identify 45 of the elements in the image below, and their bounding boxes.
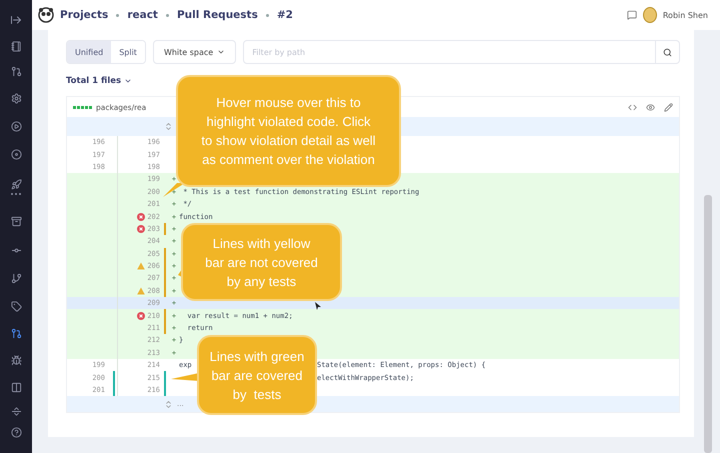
callout-note: Lines with yellow bar are not covered by any tests — [181, 223, 342, 301]
sidebar-nav-icon[interactable] — [10, 120, 22, 132]
sidebar-nav-icon[interactable] — [10, 328, 22, 339]
sidebar-nav-icon[interactable] — [10, 93, 22, 104]
diff-stat-icon — [73, 106, 92, 108]
sidebar-nav-icon[interactable] — [10, 66, 22, 77]
total-files-toggle[interactable]: Total 1 files — [66, 76, 132, 86]
caret-icon — [217, 48, 226, 56]
edit-icon[interactable] — [664, 102, 673, 112]
logo-icon[interactable] — [38, 7, 54, 23]
view-icon[interactable] — [646, 102, 655, 112]
code-icon[interactable] — [628, 102, 637, 112]
user-avatar[interactable] — [642, 7, 657, 23]
breadcrumb-link[interactable]: Projects — [60, 9, 108, 21]
callout-note: Lines with green bar are covered by tests — [197, 335, 317, 415]
sidebar-nav-icon[interactable] — [10, 40, 22, 52]
sidebar-nav-icon[interactable] — [10, 300, 22, 312]
sidebar-nav-icon[interactable] — [10, 216, 22, 226]
user-name[interactable]: Robin Shen — [662, 10, 708, 20]
expand-sidebar-icon[interactable] — [10, 14, 22, 26]
sidebar-nav-icon[interactable] — [10, 272, 22, 284]
sidebar-nav-icon[interactable] — [10, 179, 22, 190]
scrollbar-thumb[interactable] — [704, 195, 712, 453]
breadcrumb-link[interactable]: #2 — [276, 9, 293, 21]
filter-field[interactable]: Filter by path — [243, 40, 656, 64]
sidebar-nav-icon[interactable] — [10, 406, 22, 416]
expand-icon[interactable] — [164, 122, 173, 131]
cursor-icon — [315, 302, 321, 310]
error-icon[interactable] — [137, 212, 146, 221]
chat-icon[interactable] — [626, 10, 637, 20]
search-icon — [663, 48, 672, 56]
callout-note: Hover mouse over this to highlight violated code. Click to show violation detail as well as comment over the violation — [176, 75, 401, 187]
search-button[interactable] — [656, 40, 680, 64]
sidebar-nav-icon[interactable] — [10, 382, 22, 392]
whitespace-dropdown[interactable]: White space — [152, 40, 236, 64]
expand-icon[interactable] — [164, 400, 173, 409]
sidebar-nav-icon[interactable] — [10, 426, 22, 438]
view-mode-tab[interactable]: Unified — [67, 41, 112, 63]
breadcrumb-link[interactable]: Pull Requests — [176, 9, 258, 21]
error-icon[interactable] — [137, 224, 146, 233]
sidebar-nav-icon[interactable] — [10, 148, 22, 160]
breadcrumb-link[interactable]: react — [127, 9, 158, 21]
sidebar-nav-icon[interactable] — [10, 355, 22, 366]
caret-icon — [124, 77, 132, 85]
error-icon[interactable] — [137, 312, 146, 320]
